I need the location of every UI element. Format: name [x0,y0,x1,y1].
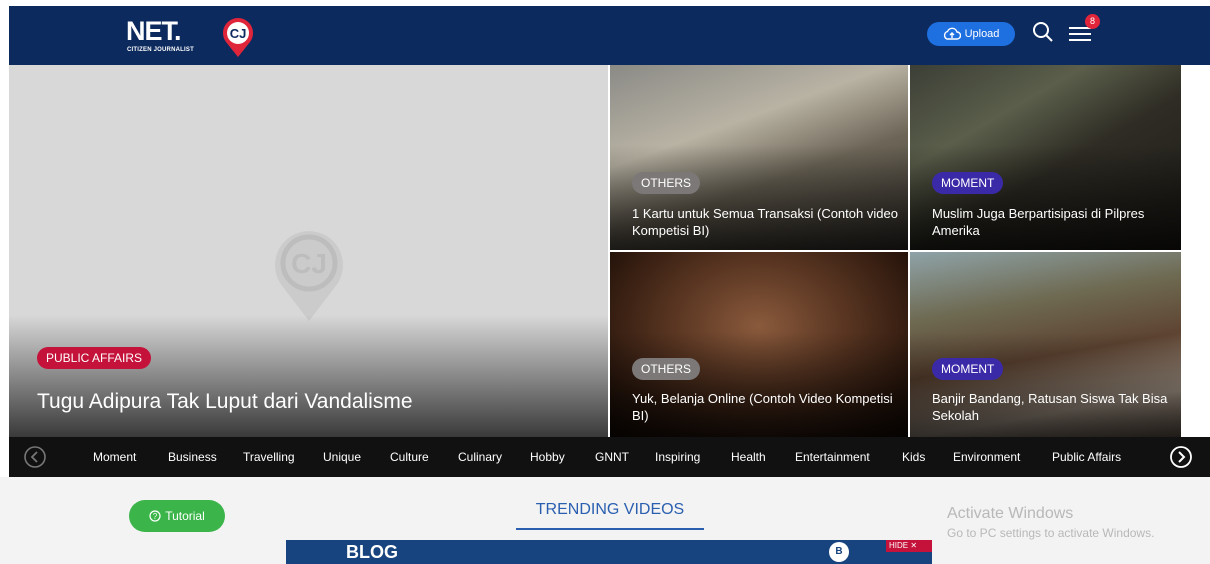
nav-item-inspiring[interactable]: Inspiring [655,450,700,464]
category-badge[interactable]: OTHERS [632,358,701,380]
nav-item-culture[interactable]: Culture [390,450,429,464]
nav-item-moment[interactable]: Moment [93,450,136,464]
video-tile[interactable]: OTHERS 1 Kartu untuk Semua Transaksi (Co… [610,65,908,250]
video-tile[interactable]: OTHERS Yuk, Belanja Online (Contoh Video… [610,252,908,437]
category-badge[interactable]: OTHERS [632,172,701,194]
nav-item-health[interactable]: Health [731,450,766,464]
trending-videos-tab[interactable]: TRENDING VIDEOS [516,501,704,519]
notification-badge: 8 [1085,14,1100,29]
nav-item-public-affairs[interactable]: Public Affairs [1052,450,1121,464]
banner-text: BLOG [346,542,398,562]
hero-featured-video[interactable]: CJ PUBLIC AFFAIRS Tugu Adipura Tak Luput… [9,65,608,437]
activate-windows-subtitle: Go to PC settings to activate Windows. [947,526,1155,540]
category-nav: Moment Business Travelling Unique Cultur… [9,437,1210,477]
nav-item-business[interactable]: Business [168,450,217,464]
activate-windows-title: Activate Windows [947,505,1074,522]
video-tile[interactable]: MOMENT Banjir Bandang, Ratusan Siswa Tak… [910,252,1181,437]
ad-banner[interactable]: BLOG B HIDE ✕ [286,540,932,564]
logo-subtitle: CITIZEN JOURNALIST [127,47,194,53]
cj-placeholder-icon: CJ [275,231,343,321]
cloud-upload-icon [943,27,961,40]
tutorial-button[interactable]: ? Tutorial [129,500,225,532]
cj-pin-logo-icon: CJ [223,18,253,57]
nav-item-environment[interactable]: Environment [953,450,1020,464]
chevron-left-icon[interactable] [23,445,47,469]
chevron-right-icon[interactable] [1169,445,1193,469]
hero-title[interactable]: Tugu Adipura Tak Luput dari Vandalisme [37,390,413,414]
logo-text: NET. [126,16,182,46]
video-tile[interactable]: MOMENT Muslim Juga Berpartisipasi di Pil… [910,65,1181,250]
nav-item-gnnt[interactable]: GNNT [595,450,629,464]
tutorial-label: Tutorial [165,509,205,523]
upload-label: Upload [964,28,1000,40]
trending-underline [516,528,704,530]
netcj-logo[interactable]: NET. CITIZEN JOURNALIST CJ [126,16,266,60]
nav-item-kids[interactable]: Kids [902,450,925,464]
svg-text:?: ? [153,512,158,521]
tile-title[interactable]: Muslim Juga Berpartisipasi di Pilpres Am… [932,205,1171,239]
header-bar: NET. CITIZEN JOURNALIST CJ Upload 8 [9,6,1210,65]
nav-item-entertainment[interactable]: Entertainment [795,450,870,464]
nav-item-travelling[interactable]: Travelling [243,450,295,464]
tile-title[interactable]: Yuk, Belanja Online (Contoh Video Kompet… [632,390,898,424]
hero-gradient [9,315,608,437]
upload-button[interactable]: Upload [927,22,1015,46]
bi-logo-icon: B [829,542,849,562]
category-badge[interactable]: MOMENT [932,172,1004,194]
top-header: NET. CITIZEN JOURNALIST CJ Upload 8 [0,0,1210,65]
nav-item-culinary[interactable]: Culinary [458,450,502,464]
nav-item-hobby[interactable]: Hobby [530,450,565,464]
search-icon[interactable] [1031,20,1055,44]
category-badge[interactable]: MOMENT [932,358,1004,380]
hide-ad-button[interactable]: HIDE ✕ [886,540,932,552]
close-icon: ✕ [910,541,918,550]
tile-title[interactable]: 1 Kartu untuk Semua Transaksi (Contoh vi… [632,205,898,239]
help-circle-icon: ? [149,510,161,522]
svg-text:CJ: CJ [291,248,327,279]
svg-text:CJ: CJ [230,26,247,41]
nav-item-unique[interactable]: Unique [323,450,361,464]
category-badge[interactable]: PUBLIC AFFAIRS [37,347,152,369]
hide-label: HIDE [889,541,909,550]
tile-title[interactable]: Banjir Bandang, Ratusan Siswa Tak Bisa S… [932,390,1171,424]
